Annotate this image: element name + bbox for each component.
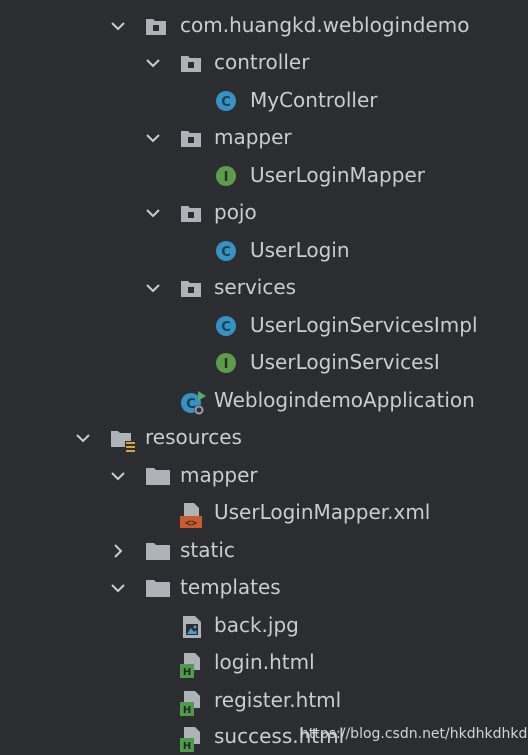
chevron-down-icon[interactable] xyxy=(143,203,163,223)
package-icon xyxy=(180,127,202,149)
resources-folder-icon xyxy=(110,427,135,452)
tree-item-label: register.html xyxy=(214,688,342,712)
tree-item-folder-static[interactable]: static xyxy=(0,532,528,569)
tree-item-folder-templates[interactable]: templates xyxy=(0,569,528,606)
folder-icon xyxy=(145,577,170,599)
tree-item-label: WeblogindemoApplication xyxy=(214,388,475,412)
interface-icon: I xyxy=(215,165,237,187)
package-icon xyxy=(180,277,202,299)
svg-text:H: H xyxy=(183,741,191,752)
chevron-down-icon[interactable] xyxy=(143,128,163,148)
tree-item-interface-userloginmapper[interactable]: I UserLoginMapper xyxy=(0,157,528,194)
tree-item-file-register-html[interactable]: H register.html xyxy=(0,682,528,719)
interface-icon: I xyxy=(215,352,237,374)
xml-file-icon: <> xyxy=(180,502,202,528)
tree-item-label: login.html xyxy=(214,650,315,674)
html-file-icon: H xyxy=(180,690,202,716)
html-file-icon: H xyxy=(180,726,202,752)
spring-app-icon: C xyxy=(180,390,206,415)
folder-icon xyxy=(145,540,170,562)
chevron-down-icon[interactable] xyxy=(108,466,128,486)
tree-item-label: controller xyxy=(214,50,310,74)
tree-item-file-userloginmapper-xml[interactable]: <> UserLoginMapper.xml xyxy=(0,494,528,531)
tree-item-label: templates xyxy=(180,575,281,599)
chevron-down-icon[interactable] xyxy=(143,53,163,73)
svg-text:H: H xyxy=(183,705,191,716)
package-icon xyxy=(180,202,202,224)
svg-text:I: I xyxy=(224,170,229,185)
watermark-url: https://blog.csdn.net/hkdhkdhkd xyxy=(300,726,528,742)
tree-item-label: MyController xyxy=(250,88,378,112)
project-tree: com.huangkd.weblogindemo controller C My… xyxy=(0,0,528,755)
tree-item-label: UserLoginMapper.xml xyxy=(214,500,431,524)
chevron-down-icon[interactable] xyxy=(143,278,163,298)
class-icon: C xyxy=(215,90,237,112)
tree-item-package-pojo[interactable]: pojo xyxy=(0,194,528,231)
tree-item-label: services xyxy=(214,275,297,299)
tree-item-label: UserLoginServicesImpl xyxy=(250,313,478,337)
tree-item-package-controller[interactable]: controller xyxy=(0,44,528,81)
svg-text:<>: <> xyxy=(185,518,197,528)
tree-item-label: mapper xyxy=(180,463,258,487)
chevron-right-icon[interactable] xyxy=(108,541,128,561)
tree-item-class-weblogindemoapplication[interactable]: C WeblogindemoApplication xyxy=(0,382,528,419)
package-icon xyxy=(180,52,202,74)
tree-item-package-weblogindemo[interactable]: com.huangkd.weblogindemo xyxy=(0,7,528,44)
chevron-down-icon[interactable] xyxy=(108,16,128,36)
chevron-down-icon[interactable] xyxy=(108,578,128,598)
svg-text:I: I xyxy=(224,357,229,372)
tree-item-file-back-jpg[interactable]: back.jpg xyxy=(0,607,528,644)
tree-item-label: pojo xyxy=(214,200,257,224)
tree-item-package-services[interactable]: services xyxy=(0,269,528,306)
tree-item-label: mapper xyxy=(214,125,292,149)
svg-text:C: C xyxy=(221,245,231,260)
tree-item-file-login-html[interactable]: H login.html xyxy=(0,644,528,681)
tree-item-label: back.jpg xyxy=(214,613,299,637)
tree-item-label: static xyxy=(180,538,235,562)
html-file-icon: H xyxy=(180,652,202,678)
svg-text:H: H xyxy=(183,667,191,678)
tree-item-class-mycontroller[interactable]: C MyController xyxy=(0,82,528,119)
tree-item-label: UserLogin xyxy=(250,238,350,262)
tree-item-class-userloginservicesimpl[interactable]: C UserLoginServicesImpl xyxy=(0,307,528,344)
package-icon xyxy=(145,15,167,37)
tree-item-label: com.huangkd.weblogindemo xyxy=(180,13,470,37)
class-icon: C xyxy=(215,240,237,262)
tree-item-label: UserLoginMapper xyxy=(250,163,425,187)
tree-item-folder-resources[interactable]: resources xyxy=(0,419,528,456)
tree-item-label: resources xyxy=(145,425,242,449)
folder-icon xyxy=(145,465,170,487)
tree-item-package-mapper[interactable]: mapper xyxy=(0,119,528,156)
image-file-icon xyxy=(182,615,204,638)
tree-item-label: UserLoginServicesI xyxy=(250,350,440,374)
tree-item-folder-mapper[interactable]: mapper xyxy=(0,457,528,494)
svg-text:C: C xyxy=(221,320,231,335)
chevron-down-icon[interactable] xyxy=(73,428,93,448)
tree-item-interface-userloginservicesi[interactable]: I UserLoginServicesI xyxy=(0,344,528,381)
class-icon: C xyxy=(215,315,237,337)
tree-item-class-userlogin[interactable]: C UserLogin xyxy=(0,232,528,269)
svg-text:C: C xyxy=(221,95,231,110)
